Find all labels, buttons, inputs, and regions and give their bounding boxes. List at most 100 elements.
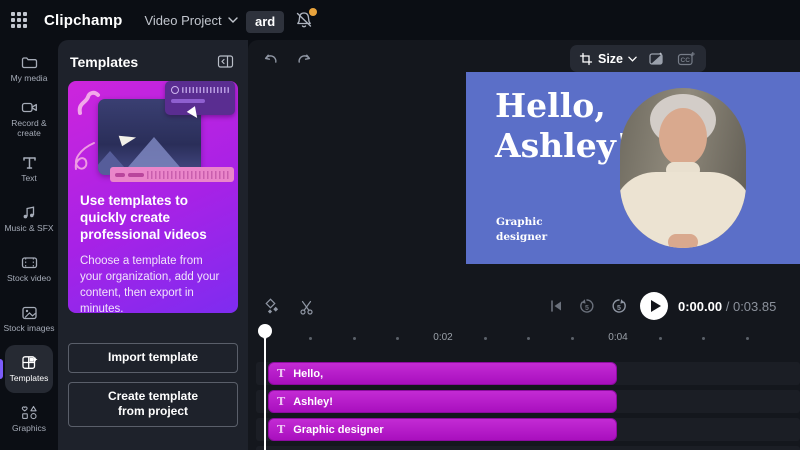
music-icon	[20, 204, 39, 221]
svg-text:5: 5	[617, 305, 621, 312]
undo-icon	[262, 52, 279, 69]
import-template-button[interactable]: Import template	[68, 343, 238, 373]
skip-to-start-button[interactable]	[546, 296, 566, 316]
folder-icon	[20, 54, 39, 71]
current-time: 0:00.00	[678, 299, 722, 314]
active-item-indicator	[0, 359, 3, 379]
timeline-controls: 5 5 0:00.00 /	[248, 292, 800, 326]
text-clip-icon: T	[277, 367, 285, 380]
timeline-ruler[interactable]: 0:02 0:04	[248, 326, 800, 352]
sidebar-item-label: Record & create	[2, 119, 56, 139]
panel-title: Templates	[70, 54, 138, 70]
stage-greeting-text[interactable]: Hello, Ashley!	[495, 86, 630, 165]
templates-panel: Templates	[58, 40, 248, 450]
stage-toolbar: Size CC	[570, 45, 706, 72]
clipchamp-app: Clipchamp Video Project ard My media	[0, 0, 800, 450]
sparkle-diamonds-icon	[262, 298, 280, 316]
track-row: T Graphic designer	[256, 418, 800, 441]
sidebar-item-templates[interactable]: Templates	[0, 344, 58, 394]
sidebar-item-my-media[interactable]: My media	[0, 44, 58, 94]
svg-text:5: 5	[585, 305, 589, 312]
app-title: Clipchamp	[44, 12, 122, 29]
sidebar-item-label: My media	[11, 74, 48, 84]
chevron-down-icon	[228, 17, 238, 23]
text-clip-icon: T	[277, 395, 285, 408]
preview-canvas: Size CC Hello, Ashley	[248, 40, 800, 264]
play-icon	[651, 300, 661, 312]
templates-promo-card: Use templates to quickly create professi…	[68, 81, 238, 313]
sidebar-item-label: Templates	[10, 374, 49, 384]
forward-5-icon: 5	[610, 297, 628, 315]
promo-body: Choose a template from your organization…	[68, 244, 238, 313]
play-button[interactable]	[640, 292, 668, 320]
text-icon	[20, 154, 39, 171]
text-clip-ashley[interactable]: T Ashley!	[268, 390, 617, 413]
text-clip-icon: T	[277, 423, 285, 436]
track-row: T Hello,	[256, 362, 800, 385]
chevron-down-icon	[628, 56, 637, 62]
track-row-partial	[256, 446, 800, 450]
sidebar-item-record-create[interactable]: Record & create	[0, 94, 58, 144]
project-name-menu[interactable]: Video Project	[144, 13, 237, 28]
size-label: Size	[598, 52, 623, 66]
create-template-button[interactable]: Create template from project	[68, 382, 238, 427]
camera-icon	[20, 99, 39, 116]
promo-illustration	[68, 81, 238, 185]
undo-button[interactable]	[260, 50, 281, 71]
size-dropdown[interactable]: Size	[579, 52, 637, 66]
ruler-tick-label: 0:02	[426, 332, 460, 343]
playhead-line[interactable]	[264, 338, 266, 450]
sidebar-item-label: Stock images	[3, 324, 54, 334]
redo-button[interactable]	[294, 50, 315, 71]
timecode-display: 0:00.00 / 0:03.85	[678, 299, 776, 314]
rewind-5-icon: 5	[578, 297, 596, 315]
sidebar-item-text[interactable]: Text	[0, 144, 58, 194]
filmstrip-icon	[20, 254, 39, 271]
image-icon	[20, 304, 39, 321]
sidebar-item-label: Stock video	[7, 274, 51, 284]
shapes-icon	[20, 404, 39, 421]
stage-subtitle-text[interactable]: Graphic designer	[496, 215, 558, 245]
notification-badge	[309, 8, 317, 16]
captions-cc-icon: CC	[677, 51, 695, 67]
panel-header: Templates	[58, 40, 248, 79]
collapse-panel-icon	[217, 54, 234, 69]
sidebar-item-graphics[interactable]: Graphics	[0, 394, 58, 444]
collapse-panel-button[interactable]	[215, 52, 236, 71]
crop-icon	[579, 52, 593, 66]
sidebar-item-music-sfx[interactable]: Music & SFX	[0, 194, 58, 244]
partial-button-ard[interactable]: ard	[246, 11, 284, 33]
waveform-strip	[110, 167, 234, 182]
promo-heading: Use templates to quickly create professi…	[68, 185, 238, 244]
sidebar: My media Record & create Text Music & SF…	[0, 40, 58, 450]
mini-play-icon	[171, 86, 179, 94]
color-filter-button[interactable]	[646, 49, 666, 69]
color-filter-icon	[648, 51, 664, 67]
total-time: 0:03.85	[733, 299, 776, 314]
app-launcher-waffle-icon[interactable]	[11, 12, 27, 28]
presenter-photo[interactable]	[620, 88, 746, 248]
magic-tools-button[interactable]	[260, 296, 282, 318]
sidebar-item-label: Graphics	[12, 424, 46, 434]
text-clip-graphic-designer[interactable]: T Graphic designer	[268, 418, 617, 441]
skip-to-start-icon	[548, 298, 564, 314]
rewind-5s-button[interactable]: 5	[576, 295, 598, 317]
text-clip-hello[interactable]: T Hello,	[268, 362, 617, 385]
sidebar-item-label: Text	[21, 174, 37, 184]
sidebar-item-stock-video[interactable]: Stock video	[0, 244, 58, 294]
track-row: T Ashley!	[256, 390, 800, 413]
notifications-muted-button[interactable]	[293, 9, 317, 33]
svg-text:CC: CC	[681, 57, 691, 64]
ruler-tick-label: 0:04	[601, 332, 635, 343]
time-separator: /	[726, 299, 730, 314]
playhead-point	[262, 335, 268, 341]
sidebar-item-stock-images[interactable]: Stock images	[0, 294, 58, 344]
templates-grid-icon	[20, 354, 39, 371]
captions-button[interactable]: CC	[675, 49, 697, 69]
split-button[interactable]	[296, 296, 317, 318]
scissors-icon	[298, 299, 315, 316]
audio-clip-card	[165, 81, 235, 115]
project-name-label: Video Project	[144, 13, 221, 28]
video-preview-stage[interactable]: Hello, Ashley! Graphic designer	[466, 72, 800, 264]
forward-5s-button[interactable]: 5	[608, 295, 630, 317]
